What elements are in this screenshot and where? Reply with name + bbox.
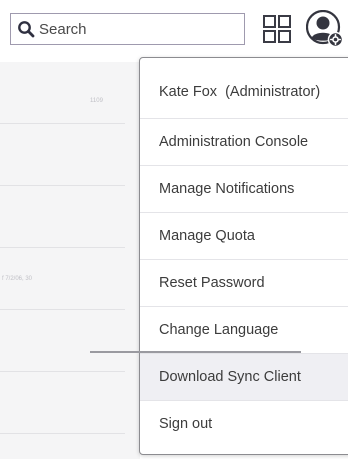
- list-row[interactable]: 1109: [0, 62, 125, 124]
- menu-item-label: Administration Console: [159, 134, 309, 150]
- top-header: [0, 0, 348, 62]
- menu-item-label: Sign out: [159, 416, 213, 432]
- list-row[interactable]: [0, 186, 125, 248]
- menu-item-manage-quota[interactable]: Manage Quota: [140, 213, 348, 259]
- search-icon[interactable]: [17, 20, 35, 38]
- drag-indicator-line: [90, 351, 301, 353]
- row-meta-text: 1109: [90, 98, 103, 104]
- menu-item-label: Manage Notifications: [159, 181, 295, 197]
- menu-item-change-language[interactable]: Change Language: [140, 307, 348, 353]
- row-meta-text: f 7/2/06, 30: [2, 276, 33, 282]
- search-input[interactable]: [39, 20, 229, 38]
- menu-item-reset-password[interactable]: Reset Password: [140, 260, 348, 306]
- list-row[interactable]: [0, 372, 125, 434]
- list-row[interactable]: f 7/2/06, 30: [0, 248, 125, 310]
- menu-item-label: Change Language: [159, 322, 279, 338]
- grid-apps-icon[interactable]: [262, 14, 292, 44]
- menu-item-download-sync-client[interactable]: Download Sync Client: [140, 354, 348, 400]
- user-dropdown-menu: Kate Fox (Administrator) Administration …: [139, 57, 348, 455]
- menu-item-label: Reset Password: [159, 275, 265, 291]
- user-name: Kate Fox: [159, 84, 218, 100]
- menu-item-label: Manage Quota: [159, 228, 255, 244]
- list-row[interactable]: [0, 310, 125, 372]
- background-file-list: 1109 f 7/2/06, 30: [0, 62, 140, 459]
- user-avatar-icon[interactable]: [306, 10, 344, 48]
- menu-item-manage-notifications[interactable]: Manage Notifications: [140, 166, 348, 212]
- menu-user-header: Kate Fox (Administrator): [140, 69, 348, 115]
- search-box[interactable]: [10, 13, 245, 45]
- menu-item-label: Download Sync Client: [159, 369, 301, 385]
- menu-item-sign-out[interactable]: Sign out: [140, 401, 348, 447]
- menu-item-administration-console[interactable]: Administration Console: [140, 119, 348, 165]
- list-row[interactable]: [0, 124, 125, 186]
- user-role: (Administrator): [225, 84, 321, 100]
